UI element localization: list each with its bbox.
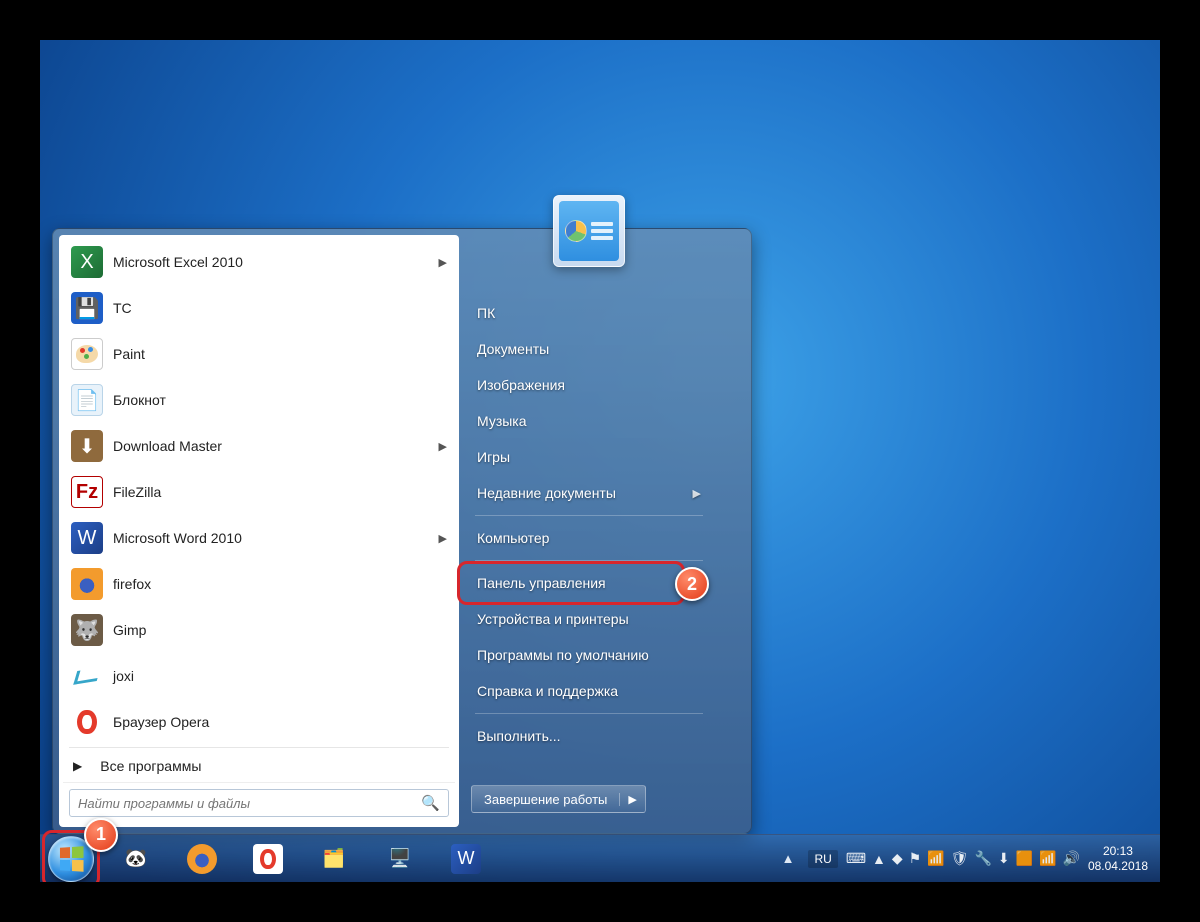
right-item-устройства-и-принтеры[interactable]: Устройства и принтеры — [465, 601, 713, 637]
submenu-arrow-icon: ▶ — [439, 256, 447, 269]
tray-icon-8[interactable]: 🟧 — [1016, 850, 1033, 867]
tray-icon-10[interactable]: 🔊 — [1063, 850, 1080, 867]
tray-icon-6[interactable]: 🔧 — [974, 850, 991, 867]
program-item-gimp[interactable]: 🐺Gimp — [63, 607, 455, 653]
program-label: FileZilla — [113, 484, 161, 500]
system-tray: ▲ RU ⌨ ▲ ◆ ⚑ 📶 🛡 🔧 ⬇ 🟧 📶 🔊 20:13 08.04.2018 — [776, 844, 1152, 873]
caret-right-icon: ▶ — [73, 759, 82, 773]
program-label: Microsoft Excel 2010 — [113, 254, 243, 270]
tray-icon-2[interactable]: ◆ — [892, 850, 903, 867]
all-programs[interactable]: ▶ Все программы — [63, 750, 455, 782]
right-item-недавние-документы[interactable]: Недавние документы ▶ — [465, 475, 713, 511]
separator — [475, 515, 703, 516]
search-icon[interactable]: 🔍 — [421, 794, 440, 812]
right-item-label: Компьютер — [477, 530, 549, 546]
start-menu: XMicrosoft Excel 2010▶💾TCPaint📄Блокнот⬇D… — [52, 228, 752, 834]
program-item-excel[interactable]: XMicrosoft Excel 2010▶ — [63, 239, 455, 285]
right-item-справка-и-поддержка[interactable]: Справка и поддержка — [465, 673, 713, 709]
tray-icon-5[interactable]: 🛡 — [951, 850, 969, 867]
taskbar-pinned-area: 🐼🗂️🖥️W — [104, 838, 498, 880]
right-item-пк[interactable]: ПК — [465, 295, 713, 331]
program-item-joxi[interactable]: joxi — [63, 653, 455, 699]
shutdown-label: Завершение работы — [472, 792, 619, 807]
program-item-dm[interactable]: ⬇Download Master▶ — [63, 423, 455, 469]
tray-icon-1[interactable]: ▲ — [872, 851, 886, 867]
right-item-label: Справка и поддержка — [477, 683, 618, 699]
right-item-label: Недавние документы — [477, 485, 616, 501]
annotation-marker-1: 1 — [84, 818, 118, 852]
taskbar-item-explorer[interactable]: 🗂️ — [302, 838, 366, 880]
control-panel-icon — [559, 201, 619, 261]
program-label: Браузер Opera — [113, 714, 209, 730]
program-label: joxi — [113, 668, 134, 684]
recent-programs-list: XMicrosoft Excel 2010▶💾TCPaint📄Блокнот⬇D… — [63, 239, 455, 745]
tray-icon-9[interactable]: 📶 — [1039, 850, 1056, 867]
taskbar: 🐼🗂️🖥️W ▲ RU ⌨ ▲ ◆ ⚑ 📶 🛡 🔧 ⬇ 🟧 📶 🔊 20:13 08.04.2018 — [40, 834, 1160, 882]
submenu-arrow-icon: ▶ — [439, 532, 447, 545]
shutdown-row: Завершение работы ▶ — [465, 781, 713, 817]
tray-icon-3[interactable]: ⚑ — [909, 850, 922, 867]
shutdown-button[interactable]: Завершение работы ▶ — [471, 785, 646, 813]
program-label: firefox — [113, 576, 151, 592]
separator — [475, 560, 703, 561]
right-item-label: Игры — [477, 449, 510, 465]
right-item-label: ПК — [477, 305, 495, 321]
shutdown-options-arrow[interactable]: ▶ — [619, 793, 644, 806]
submenu-arrow-icon: ▶ — [693, 487, 701, 500]
clock-time: 20:13 — [1088, 844, 1148, 858]
program-label: Блокнот — [113, 392, 166, 408]
right-item-label: Музыка — [477, 413, 527, 429]
taskbar-item-devices[interactable]: 🖥️ — [368, 838, 432, 880]
search-box[interactable]: 🔍 — [69, 789, 449, 817]
taskbar-item-opera[interactable] — [236, 838, 300, 880]
program-item-paint[interactable]: Paint — [63, 331, 455, 377]
search-input[interactable] — [78, 796, 415, 811]
language-indicator[interactable]: RU — [808, 850, 837, 868]
program-label: Paint — [113, 346, 145, 362]
right-item-документы[interactable]: Документы — [465, 331, 713, 367]
program-item-word[interactable]: WMicrosoft Word 2010▶ — [63, 515, 455, 561]
tray-icons: ⌨ ▲ ◆ ⚑ 📶 🛡 🔧 ⬇ 🟧 📶 🔊 — [846, 850, 1080, 867]
search-row: 🔍 — [63, 782, 455, 823]
program-label: Microsoft Word 2010 — [113, 530, 242, 546]
tray-icon-7[interactable]: ⬇ — [998, 850, 1010, 867]
clock[interactable]: 20:13 08.04.2018 — [1088, 844, 1152, 873]
annotation-marker-2: 2 — [675, 567, 709, 601]
divider — [69, 747, 449, 748]
program-item-opera[interactable]: Браузер Opera — [63, 699, 455, 745]
right-item-выполнить-[interactable]: Выполнить... — [465, 718, 713, 754]
all-programs-label: Все программы — [100, 758, 201, 774]
right-item-игры[interactable]: Игры — [465, 439, 713, 475]
right-item-компьютер[interactable]: Компьютер — [465, 520, 713, 556]
right-item-изображения[interactable]: Изображения — [465, 367, 713, 403]
start-menu-left-pane: XMicrosoft Excel 2010▶💾TCPaint📄Блокнот⬇D… — [59, 235, 459, 827]
right-item-label: Программы по умолчанию — [477, 647, 649, 663]
program-item-notepad[interactable]: 📄Блокнот — [63, 377, 455, 423]
start-menu-right-pane: ПК Документы Изображения Музыка Игры Недавние… — [459, 235, 719, 827]
clock-date: 08.04.2018 — [1088, 859, 1148, 873]
separator — [475, 713, 703, 714]
user-picture[interactable] — [553, 195, 625, 267]
right-item-label: Панель управления — [477, 575, 606, 591]
tray-icon-4[interactable]: 📶 — [927, 850, 944, 867]
submenu-arrow-icon: ▶ — [439, 440, 447, 453]
right-item-label: Выполнить... — [477, 728, 561, 744]
right-item-программы-по-умолчанию[interactable]: Программы по умолчанию — [465, 637, 713, 673]
right-item-музыка[interactable]: Музыка — [465, 403, 713, 439]
desktop: XMicrosoft Excel 2010▶💾TCPaint📄Блокнот⬇D… — [40, 40, 1160, 882]
program-label: Download Master — [113, 438, 222, 454]
windows-logo-icon — [60, 846, 84, 872]
right-item-label: Устройства и принтеры — [477, 611, 629, 627]
tray-icon-0[interactable]: ⌨ — [846, 850, 866, 867]
program-label: Gimp — [113, 622, 146, 638]
tray-overflow-button[interactable]: ▲ — [776, 851, 801, 866]
taskbar-item-firefox[interactable] — [170, 838, 234, 880]
taskbar-item-word[interactable]: W — [434, 838, 498, 880]
right-item-label: Документы — [477, 341, 549, 357]
program-item-tc[interactable]: 💾TC — [63, 285, 455, 331]
program-label: TC — [113, 300, 132, 316]
program-item-filezilla[interactable]: FzFileZilla — [63, 469, 455, 515]
program-item-firefox[interactable]: firefox — [63, 561, 455, 607]
right-item-label: Изображения — [477, 377, 565, 393]
